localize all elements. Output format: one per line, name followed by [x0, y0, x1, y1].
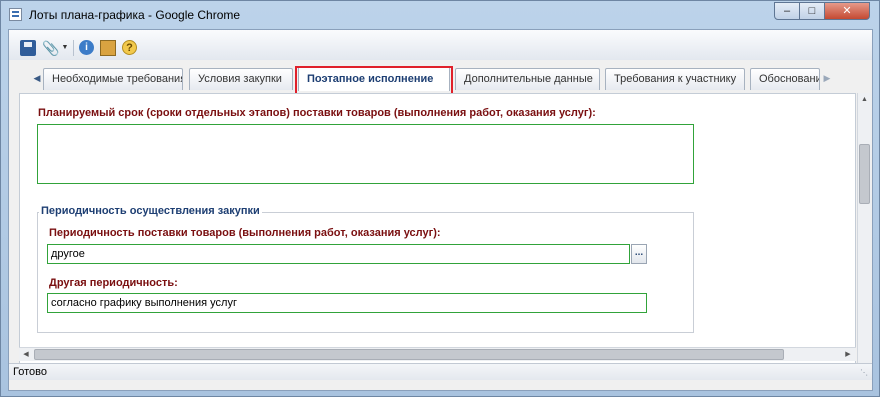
planned-term-label: Планируемый срок (сроки отдельных этапов… [38, 107, 596, 119]
tab-scroll-left-icon[interactable]: ◀ [31, 71, 43, 85]
planned-term-textarea[interactable] [37, 124, 694, 184]
status-text: Готово [13, 366, 47, 378]
tab-scroll-right-icon[interactable]: ▶ [821, 71, 833, 85]
resize-grip-icon[interactable]: ⋱ [860, 368, 869, 377]
scroll-up-icon[interactable]: ▲ [858, 93, 871, 107]
save-icon[interactable] [20, 40, 36, 56]
chevron-down-icon[interactable]: ▼ [61, 40, 69, 56]
help-icon[interactable]: ? [122, 40, 137, 55]
delivery-periodicity-label: Периодичность поставки товаров (выполнен… [49, 227, 441, 239]
tab-strip: ◀ Необходимые требования Условия закупки… [19, 66, 833, 96]
tab-justification[interactable]: Обосновани [750, 68, 820, 90]
scroll-right-icon[interactable]: ▶ [841, 348, 855, 361]
tab-required[interactable]: Необходимые требования [43, 68, 183, 90]
browser-window: Лоты плана-графика - Google Chrome – □ ✕… [0, 0, 880, 397]
tab-additional-data[interactable]: Дополнительные данные [455, 68, 600, 90]
status-bar: Готово ⋱ [9, 363, 872, 380]
scroll-left-icon[interactable]: ◀ [19, 348, 33, 361]
maximize-button[interactable]: □ [799, 2, 825, 20]
toolbar-divider [73, 40, 74, 56]
window-app-icon [9, 8, 22, 21]
form-panel: Планируемый срок (сроки отдельных этапов… [19, 93, 856, 376]
horizontal-scrollbar[interactable]: ◀ ▶ [19, 347, 856, 361]
tab-purchase-terms[interactable]: Условия закупки [189, 68, 293, 90]
horizontal-scroll-thumb[interactable] [34, 349, 784, 360]
info-icon[interactable]: i [79, 40, 94, 55]
vertical-scroll-thumb[interactable] [859, 144, 870, 204]
title-bar[interactable]: Лоты плана-графика - Google Chrome – □ ✕ [1, 1, 879, 29]
exit-icon[interactable] [100, 40, 116, 56]
periodicity-group-title: Периодичность осуществления закупки [39, 205, 262, 217]
attachment-icon[interactable]: 📎 [42, 40, 59, 56]
vertical-scrollbar[interactable]: ▲ ▼ [857, 93, 871, 376]
periodicity-lookup-button[interactable]: ... [631, 244, 647, 264]
close-window-button[interactable]: ✕ [824, 2, 870, 20]
delivery-periodicity-field[interactable]: другое [47, 244, 630, 264]
other-periodicity-label: Другая периодичность: [49, 277, 178, 289]
app-client-area: 📎 ▼ i ? ◀ Необходимые требования Условия… [8, 29, 873, 391]
other-periodicity-field[interactable]: согласно графику выполнения услуг [47, 293, 647, 313]
active-tab-highlight [295, 66, 453, 96]
toolbar: 📎 ▼ i ? [9, 30, 872, 60]
minimize-button[interactable]: – [774, 2, 800, 20]
tab-participant-requirements[interactable]: Требования к участнику [605, 68, 745, 90]
window-title: Лоты плана-графика - Google Chrome [29, 8, 241, 22]
